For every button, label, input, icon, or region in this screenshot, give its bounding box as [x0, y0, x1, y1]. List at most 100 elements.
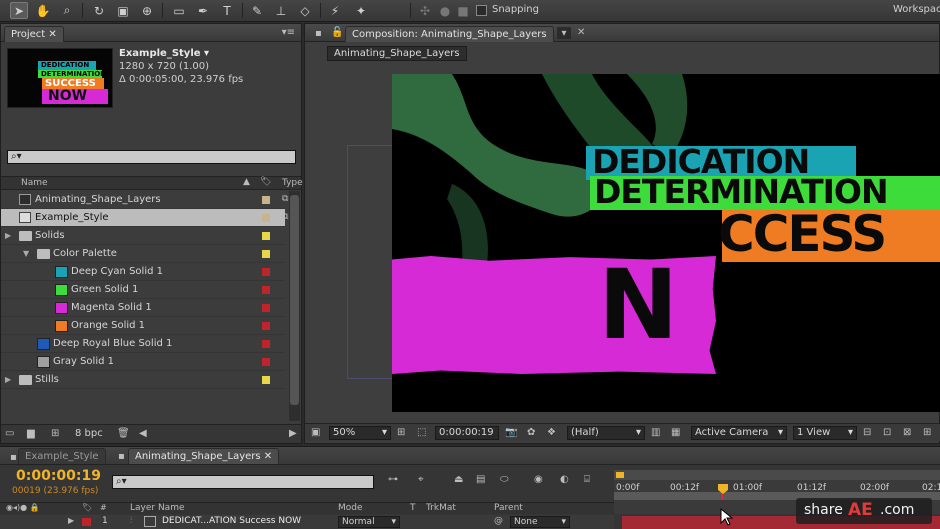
- rectangle-tool-icon[interactable]: ▭: [170, 2, 188, 19]
- layer-name[interactable]: DEDICAT...ATION Success NOW: [162, 516, 301, 526]
- mode-header[interactable]: Mode: [338, 503, 363, 513]
- snapshot-icon[interactable]: 📷: [505, 427, 517, 438]
- list-item[interactable]: Magenta Solid 1: [1, 299, 285, 317]
- magnification-dropdown[interactable]: 50% ▾: [329, 426, 391, 440]
- camera-view-dropdown[interactable]: Active Camera ▾: [691, 426, 787, 440]
- list-item[interactable]: Gray Solid 1: [1, 353, 285, 371]
- bit-depth-button[interactable]: 8 bpc: [75, 428, 103, 439]
- name-column-header[interactable]: Name: [21, 178, 48, 188]
- label-swatch[interactable]: [262, 358, 270, 366]
- axis-view-icon[interactable]: ■: [454, 2, 472, 19]
- layer-name-header[interactable]: Layer Name: [130, 503, 185, 513]
- composition-viewer[interactable]: DEDICATION DETERMINATION CCESS N: [392, 74, 940, 412]
- view-layout-dropdown[interactable]: 1 View ▾: [793, 426, 857, 440]
- close-tab-icon[interactable]: ✕: [577, 27, 585, 38]
- show-snapshot-icon[interactable]: ✿: [527, 427, 535, 438]
- type-tool-icon[interactable]: T: [218, 2, 236, 19]
- axis-local-icon[interactable]: ✣: [416, 2, 434, 19]
- tab-composition[interactable]: Composition: Animating_Shape_Layers: [345, 26, 554, 42]
- pan-behind-tool-icon[interactable]: ⊕: [138, 2, 156, 19]
- zoom-tool-icon[interactable]: ⌕: [58, 2, 76, 19]
- draft-3d-icon[interactable]: ⌖: [418, 474, 424, 485]
- label-swatch[interactable]: [262, 376, 270, 384]
- new-comp-icon[interactable]: ⊞: [51, 428, 59, 439]
- panel-grip-icon[interactable]: ▪: [315, 28, 322, 39]
- camera-tool-icon[interactable]: ▣: [114, 2, 132, 19]
- resolution-dropdown[interactable]: (Half) ▾: [567, 426, 645, 440]
- list-item[interactable]: Orange Solid 1: [1, 317, 285, 335]
- graph-editor-icon[interactable]: ⌸: [584, 474, 590, 485]
- comp-info-name[interactable]: Example_Style ▾: [119, 48, 209, 59]
- brush-tool-icon[interactable]: ✎: [248, 2, 266, 19]
- toggle-view-icon[interactable]: ⊡: [883, 427, 891, 438]
- comp-flowchart-tab[interactable]: Animating_Shape_Layers: [327, 46, 467, 61]
- layer-row[interactable]: ▶ 1 ⫶ DEDICAT...ATION Success NOW Normal…: [0, 515, 614, 529]
- comp-menu-icon[interactable]: ▾: [557, 27, 571, 39]
- frame-blending-icon[interactable]: ▤: [476, 474, 485, 485]
- always-preview-icon[interactable]: ▣: [311, 427, 320, 438]
- label-swatch[interactable]: [262, 322, 270, 330]
- list-item[interactable]: Green Solid 1: [1, 281, 285, 299]
- parent-dropdown[interactable]: None ▾: [510, 516, 570, 528]
- label-swatch[interactable]: [262, 340, 270, 348]
- timeline-link-icon[interactable]: ⊠: [903, 427, 911, 438]
- new-folder-icon[interactable]: ▆: [27, 428, 35, 439]
- hide-shy-layers-icon[interactable]: ⏏: [454, 474, 463, 485]
- list-item[interactable]: Deep Cyan Solid 1: [1, 263, 285, 281]
- parent-header[interactable]: Parent: [494, 503, 523, 513]
- t-header[interactable]: T: [410, 503, 416, 513]
- interpret-footage-icon[interactable]: ▭: [5, 428, 14, 439]
- region-of-interest-icon[interactable]: ⬚: [417, 427, 426, 438]
- list-item[interactable]: Animating_Shape_Layers ⧉: [1, 191, 288, 209]
- snapping-checkbox[interactable]: [476, 5, 487, 16]
- label-swatch[interactable]: [82, 518, 91, 526]
- label-swatch[interactable]: [262, 304, 270, 312]
- project-scrollbar[interactable]: [289, 191, 300, 421]
- selection-tool-icon[interactable]: ➤: [10, 2, 28, 19]
- type-column-header[interactable]: Type: [282, 178, 303, 188]
- trash-icon[interactable]: 🗑: [117, 428, 130, 439]
- eraser-tool-icon[interactable]: ◇: [296, 2, 314, 19]
- panel-grip-icon[interactable]: ▪: [118, 451, 125, 462]
- expand-triangle-icon[interactable]: ▶: [68, 516, 74, 525]
- comp-mini-flowchart-icon[interactable]: ⊶: [388, 474, 398, 485]
- workspace-label[interactable]: Workspac: [893, 4, 940, 15]
- tab-example-style[interactable]: Example_Style: [18, 448, 106, 464]
- puppet-tool-icon[interactable]: ✦: [352, 2, 370, 19]
- tab-project[interactable]: Project ✕: [4, 26, 64, 42]
- transparency-grid-icon[interactable]: ▦: [671, 427, 680, 438]
- label-swatch[interactable]: [262, 232, 270, 240]
- list-item-selected[interactable]: Example_Style ⧉: [1, 209, 288, 227]
- scroll-left-icon[interactable]: ◀: [139, 428, 147, 439]
- list-item[interactable]: ▶ Stills: [1, 371, 285, 389]
- label-column-icon[interactable]: 🏷: [260, 177, 271, 187]
- list-item[interactable]: Deep Royal Blue Solid 1: [1, 335, 285, 353]
- pickwhip-icon[interactable]: @: [494, 516, 503, 526]
- motion-blur-icon[interactable]: ⬭: [500, 474, 509, 485]
- sort-arrow-icon[interactable]: ▲: [243, 177, 250, 187]
- brainstorm-icon[interactable]: ◉: [534, 474, 543, 485]
- label-swatch[interactable]: [262, 268, 270, 276]
- clone-stamp-tool-icon[interactable]: ⊥: [272, 2, 290, 19]
- list-item[interactable]: ▼ Color Palette: [1, 245, 285, 263]
- project-search-input[interactable]: ⌕▾: [7, 150, 296, 164]
- panel-menu-icon[interactable]: ▾≡: [282, 27, 295, 38]
- timeline-current-time[interactable]: 0:00:00:19: [16, 468, 101, 484]
- pixel-aspect-icon[interactable]: ⊟: [863, 427, 871, 438]
- expand-triangle-icon[interactable]: ▶: [5, 375, 11, 384]
- hand-tool-icon[interactable]: ✋: [34, 2, 52, 19]
- time-ruler[interactable]: [614, 470, 940, 500]
- auto-keyframe-icon[interactable]: ◐: [560, 474, 569, 485]
- label-swatch[interactable]: [262, 196, 270, 204]
- fast-previews-icon[interactable]: ▥: [651, 427, 660, 438]
- lock-icon[interactable]: 🔓: [331, 27, 343, 38]
- scroll-right-icon[interactable]: ▶: [289, 428, 297, 439]
- roto-brush-tool-icon[interactable]: ⚡: [326, 2, 344, 19]
- safe-margins-icon[interactable]: ⊞: [397, 427, 405, 438]
- tab-animating-shape-layers[interactable]: Animating_Shape_Layers ✕: [128, 448, 280, 464]
- list-item[interactable]: ▶ Solids: [1, 227, 285, 245]
- panel-grip-icon[interactable]: ▪: [10, 452, 17, 463]
- expand-triangle-icon[interactable]: ▶: [5, 231, 11, 240]
- label-swatch[interactable]: [262, 250, 270, 258]
- label-swatch[interactable]: [262, 214, 270, 222]
